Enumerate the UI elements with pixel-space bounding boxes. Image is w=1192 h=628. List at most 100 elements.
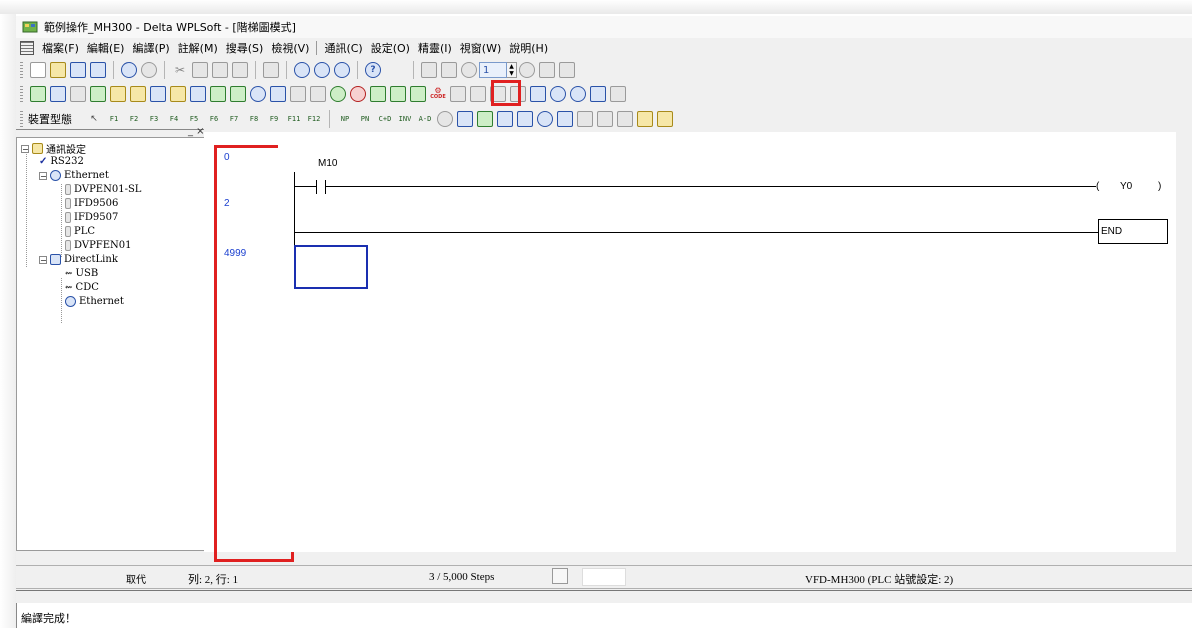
grid-icon[interactable] bbox=[290, 86, 306, 102]
plc-run-icon[interactable] bbox=[330, 86, 346, 102]
instruction-mode-icon[interactable] bbox=[50, 86, 66, 102]
collapse-icon[interactable]: − bbox=[39, 255, 47, 264]
paste-icon[interactable] bbox=[212, 62, 228, 78]
lamp-icon[interactable] bbox=[437, 111, 453, 127]
menu-compile[interactable]: 編譯(P) bbox=[128, 40, 173, 56]
collapse-icon[interactable]: − bbox=[21, 144, 29, 153]
menu-communication[interactable]: 通訊(C) bbox=[320, 40, 366, 56]
network-icon[interactable] bbox=[590, 86, 606, 102]
ladder-editor[interactable]: M10 ( Y0 ) END bbox=[278, 132, 1176, 552]
io-icon[interactable] bbox=[597, 111, 613, 127]
application-instruction-icon[interactable]: F11 bbox=[286, 111, 302, 127]
plc-stop-icon[interactable] bbox=[350, 86, 366, 102]
decompile-icon[interactable] bbox=[450, 86, 466, 102]
monitor-icon[interactable] bbox=[421, 62, 437, 78]
edit-comment-icon[interactable] bbox=[110, 86, 126, 102]
search-next-icon[interactable] bbox=[570, 86, 586, 102]
table-icon[interactable] bbox=[150, 86, 166, 102]
zoom-fit-icon[interactable] bbox=[294, 62, 310, 78]
menu-settings[interactable]: 設定(O) bbox=[367, 40, 414, 56]
verify-icon[interactable] bbox=[410, 86, 426, 102]
diamond-icon[interactable] bbox=[537, 111, 553, 127]
undo-icon[interactable] bbox=[121, 62, 137, 78]
ad-contact-icon[interactable]: A-D bbox=[417, 111, 433, 127]
help-icon[interactable]: ? bbox=[365, 62, 381, 78]
ladder-view-icon[interactable] bbox=[530, 86, 546, 102]
tree-item-dvpen01-sl[interactable]: DVPEN01-SL bbox=[65, 184, 141, 195]
contact-a-icon[interactable]: F1 bbox=[106, 111, 122, 127]
horizontal-line-icon[interactable]: F8 bbox=[246, 111, 262, 127]
cd-contact-icon[interactable]: C+D bbox=[377, 111, 393, 127]
tree-item-ethernet[interactable]: − Ethernet bbox=[39, 170, 109, 181]
tree-item-usb[interactable]: ⇜ USB bbox=[65, 268, 98, 279]
menu-help[interactable]: 說明(H) bbox=[505, 40, 552, 56]
pn-contact-icon[interactable]: PN bbox=[357, 111, 373, 127]
page-icon[interactable] bbox=[310, 86, 326, 102]
rising-edge-icon[interactable]: F5 bbox=[186, 111, 202, 127]
menu-view[interactable]: 檢視(V) bbox=[267, 40, 313, 56]
code-compile-icon[interactable]: ⚙ CODE bbox=[430, 86, 446, 102]
read-plc-icon[interactable] bbox=[390, 86, 406, 102]
spin-arrows-icon[interactable]: ▲ ▼ bbox=[507, 62, 517, 78]
menu-search[interactable]: 搜尋(S) bbox=[222, 40, 268, 56]
memory-icon[interactable] bbox=[170, 86, 186, 102]
register-table-icon[interactable] bbox=[557, 111, 573, 127]
inv-contact-icon[interactable]: INV bbox=[397, 111, 413, 127]
tree-item-dvpfen01[interactable]: DVPFEN01 bbox=[65, 240, 132, 251]
connect-icon[interactable] bbox=[559, 62, 575, 78]
parallel-b-icon[interactable]: F4 bbox=[166, 111, 182, 127]
coil-icon[interactable]: F7 bbox=[226, 111, 242, 127]
pin-icon[interactable] bbox=[250, 86, 266, 102]
mail-icon[interactable] bbox=[577, 111, 593, 127]
ladder-mode-icon[interactable] bbox=[30, 86, 46, 102]
selector-icon[interactable]: ↖ bbox=[86, 111, 102, 127]
download-icon[interactable] bbox=[210, 86, 226, 102]
menu-file[interactable]: 檔案(F) bbox=[38, 40, 83, 56]
falling-edge-icon[interactable]: F6 bbox=[206, 111, 222, 127]
run-icon[interactable] bbox=[461, 62, 477, 78]
collapse-icon[interactable]: − bbox=[39, 171, 47, 180]
tree-item-plc[interactable]: PLC bbox=[65, 226, 95, 237]
parallel-a-icon[interactable]: F3 bbox=[146, 111, 162, 127]
module-icon[interactable] bbox=[617, 111, 633, 127]
tree-item-cdc[interactable]: ⇜ CDC bbox=[65, 282, 99, 293]
goto-icon[interactable] bbox=[263, 62, 279, 78]
zoom-out-icon[interactable] bbox=[334, 62, 350, 78]
save-all-icon[interactable] bbox=[90, 62, 106, 78]
tree-item-directlink[interactable]: − DirectLink bbox=[39, 254, 118, 265]
contact-b-icon[interactable]: F2 bbox=[126, 111, 142, 127]
tree-item-rs232[interactable]: ✓ RS232 bbox=[39, 156, 84, 167]
refresh-icon[interactable] bbox=[539, 62, 555, 78]
barcode-icon[interactable] bbox=[637, 111, 653, 127]
menu-window[interactable]: 視窗(W) bbox=[456, 40, 505, 56]
chart-icon[interactable] bbox=[497, 111, 513, 127]
tree-item-directlink-ethernet[interactable]: Ethernet bbox=[65, 296, 124, 307]
redo-icon[interactable] bbox=[141, 62, 157, 78]
monitor-stop-icon[interactable] bbox=[441, 62, 457, 78]
stop-icon[interactable] bbox=[519, 62, 535, 78]
tree-pane-buttons[interactable]: _ × bbox=[188, 126, 205, 137]
device-comment-icon[interactable] bbox=[90, 86, 106, 102]
settings-icon[interactable] bbox=[610, 86, 626, 102]
compare-icon[interactable] bbox=[270, 86, 286, 102]
menu-comment[interactable]: 註解(M) bbox=[174, 40, 222, 56]
zoom-in-icon[interactable] bbox=[314, 62, 330, 78]
register-icon[interactable] bbox=[130, 86, 146, 102]
search-icon[interactable] bbox=[550, 86, 566, 102]
np-contact-icon[interactable]: NP bbox=[337, 111, 353, 127]
open-folder-icon[interactable] bbox=[50, 62, 66, 78]
step-spin-input[interactable]: 1 bbox=[479, 62, 507, 78]
write-plc-icon[interactable] bbox=[370, 86, 386, 102]
delete-line-icon[interactable]: F12 bbox=[306, 111, 322, 127]
ladder-table-icon[interactable] bbox=[517, 111, 533, 127]
wizard-icon[interactable] bbox=[477, 111, 493, 127]
cut-icon[interactable]: ✂ bbox=[172, 62, 188, 78]
tree-item-comm-settings[interactable]: − 通訊設定 bbox=[21, 141, 86, 156]
copy-icon[interactable] bbox=[192, 62, 208, 78]
new-file-icon[interactable] bbox=[30, 62, 46, 78]
sfc-mode-icon[interactable] bbox=[70, 86, 86, 102]
tree-item-ifd9507[interactable]: IFD9507 bbox=[65, 212, 118, 223]
upload-icon[interactable] bbox=[230, 86, 246, 102]
menu-edit[interactable]: 編輯(E) bbox=[83, 40, 129, 56]
save-icon[interactable] bbox=[70, 62, 86, 78]
